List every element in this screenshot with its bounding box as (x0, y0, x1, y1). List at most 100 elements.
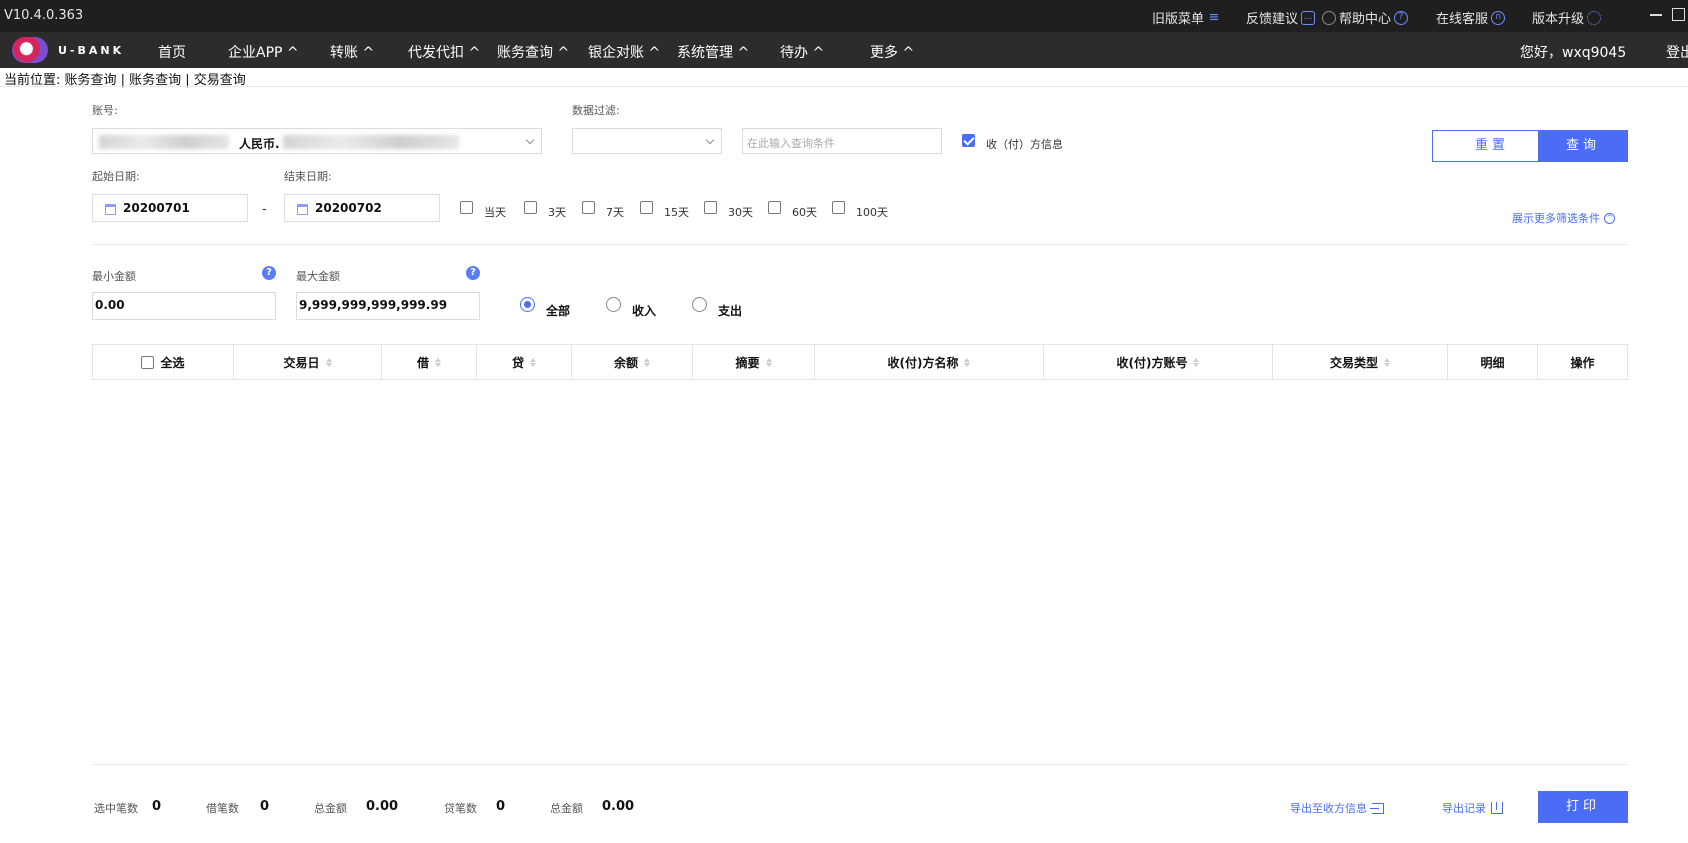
nav-transfer[interactable]: 转账 ^ (330, 42, 374, 62)
maximize-button[interactable] (1670, 6, 1686, 22)
help-center-link[interactable]: 帮助中心 ? (1322, 8, 1409, 27)
max-amount-label: 最大金额 (296, 270, 340, 283)
range-30d-label: 30天 (728, 206, 753, 219)
selected-count-value: 0 (152, 799, 162, 814)
range-30d-checkbox[interactable] (704, 201, 717, 214)
direction-income-radio[interactable] (606, 297, 621, 312)
query-button[interactable]: 查询 (1538, 130, 1628, 162)
th-summary[interactable]: 摘要 (693, 345, 815, 379)
range-today-checkbox[interactable] (460, 201, 473, 214)
masked-account-name (283, 135, 459, 149)
nav-enterprise-app[interactable]: 企业APP ^ (228, 42, 299, 62)
start-date-label: 起始日期: (92, 170, 140, 183)
th-transaction-type-label: 交易类型 (1329, 355, 1378, 370)
nav-account-query[interactable]: 账务查询 ^ (497, 42, 569, 62)
nav-more[interactable]: 更多 ^ (870, 42, 914, 62)
data-filter-label: 数据过滤: (572, 104, 620, 117)
th-counterparty-account[interactable]: 收(付)方账号 (1044, 345, 1273, 379)
credit-total-label: 总金额 (550, 802, 583, 815)
feedback-link[interactable]: 反馈建议 … (1246, 8, 1316, 27)
end-date-value: 20200702 (315, 201, 382, 215)
upgrade-label: 版本升级 (1532, 12, 1585, 27)
direction-all-label: 全部 (546, 304, 571, 318)
range-7d-label: 7天 (606, 206, 624, 219)
range-7d-checkbox[interactable] (582, 201, 595, 214)
reset-button[interactable]: 重置 (1432, 130, 1552, 162)
direction-income-label: 收入 (632, 304, 657, 318)
refresh-icon (1587, 10, 1602, 25)
masked-account-number (99, 135, 229, 149)
min-amount-input[interactable]: 0.00 (92, 292, 276, 320)
account-label: 账号: (92, 104, 118, 117)
logout-link[interactable]: 登出 (1666, 42, 1688, 62)
max-amount-input[interactable]: 9,999,999,999,999.99 (296, 292, 480, 320)
old-menu-link[interactable]: 旧版菜单 ≡ (1152, 8, 1221, 27)
sort-icon (435, 357, 441, 367)
online-service-link[interactable]: 在线客服 ∩ (1436, 8, 1506, 27)
th-counterparty-name-label: 收(付)方名称 (887, 355, 959, 370)
range-100d-label: 100天 (856, 206, 888, 219)
sort-icon (1384, 357, 1390, 367)
account-select[interactable]: 人民币. (92, 128, 542, 154)
start-date-input[interactable]: 20200701 (92, 194, 248, 222)
more-filters-link[interactable]: 展示更多筛选条件 ^ (1512, 210, 1615, 226)
th-credit[interactable]: 贷 (477, 345, 572, 379)
range-60d-checkbox[interactable] (768, 201, 781, 214)
nav-home[interactable]: 首页 (158, 42, 186, 62)
nav-reconciliation[interactable]: 银企对账 ^ (588, 42, 660, 62)
range-3d-checkbox[interactable] (524, 201, 537, 214)
sort-icon (765, 357, 772, 367)
credit-count-label: 贷笔数 (444, 802, 477, 815)
th-trade-date-label: 交易日 (283, 355, 320, 370)
calendar-icon (105, 204, 116, 215)
select-all-label: 全选 (160, 355, 185, 370)
logo-text: U-BANK (58, 43, 125, 57)
th-trade-date[interactable]: 交易日 (234, 345, 382, 379)
export-counterparty-label: 导出至收方信息 (1290, 802, 1367, 815)
min-amount-help-icon[interactable]: ? (262, 266, 276, 280)
circle-icon (1322, 10, 1336, 25)
th-counterparty-name[interactable]: 收(付)方名称 (815, 345, 1044, 379)
th-select-all[interactable]: 全选 (93, 345, 234, 379)
range-15d-label: 15天 (664, 206, 689, 219)
end-date-input[interactable]: 20200702 (284, 194, 440, 222)
th-transaction-type[interactable]: 交易类型 (1273, 345, 1448, 379)
select-all-checkbox[interactable] (141, 355, 155, 369)
print-button[interactable]: 打印 (1538, 791, 1628, 823)
sort-icon (644, 357, 650, 367)
nav-payroll[interactable]: 代发代扣 ^ (408, 42, 480, 62)
export-records-label: 导出记录 (1442, 802, 1486, 815)
export-records-link[interactable]: 导出记录 (1442, 800, 1503, 816)
min-amount-label: 最小金额 (92, 270, 136, 283)
export-icon (1370, 802, 1384, 814)
account-currency: 人民币. (239, 137, 280, 151)
data-filter-select[interactable] (572, 128, 722, 154)
debit-count-label: 借笔数 (206, 802, 239, 815)
range-60d-label: 60天 (792, 206, 817, 219)
app-version: V10.4.0.363 (4, 8, 84, 23)
title-bar: V10.4.0.363 旧版菜单 ≡ 反馈建议 … 帮助中心 ? 在线客服 ∩ … (0, 0, 1688, 32)
th-debit[interactable]: 借 (382, 345, 477, 379)
nav-system-management[interactable]: 系统管理 ^ (677, 42, 749, 62)
counterparty-info-checkbox[interactable] (962, 134, 975, 147)
chevron-down-icon (705, 135, 715, 145)
direction-all-radio[interactable] (520, 297, 535, 312)
range-3d-label: 3天 (548, 206, 566, 219)
export-counterparty-link[interactable]: 导出至收方信息 (1290, 800, 1384, 816)
debit-count-value: 0 (260, 799, 270, 814)
minimize-button[interactable] (1648, 6, 1664, 22)
th-action-label: 操作 (1570, 355, 1595, 370)
filter-divider (92, 244, 1628, 245)
range-100d-checkbox[interactable] (832, 201, 845, 214)
th-balance[interactable]: 余额 (572, 345, 693, 379)
user-greeting: 您好，wxq9045 (1520, 45, 1627, 61)
filter-condition-input[interactable]: 在此输入查询条件 (742, 128, 942, 154)
range-15d-checkbox[interactable] (640, 201, 653, 214)
debit-total-label: 总金额 (314, 802, 347, 815)
th-detail-label: 明细 (1480, 355, 1505, 370)
upgrade-link[interactable]: 版本升级 (1532, 8, 1602, 27)
direction-expense-radio[interactable] (692, 297, 707, 312)
nav-todo[interactable]: 待办 ^ (780, 42, 824, 62)
max-amount-help-icon[interactable]: ? (466, 266, 480, 280)
chevron-down-icon (525, 135, 535, 145)
